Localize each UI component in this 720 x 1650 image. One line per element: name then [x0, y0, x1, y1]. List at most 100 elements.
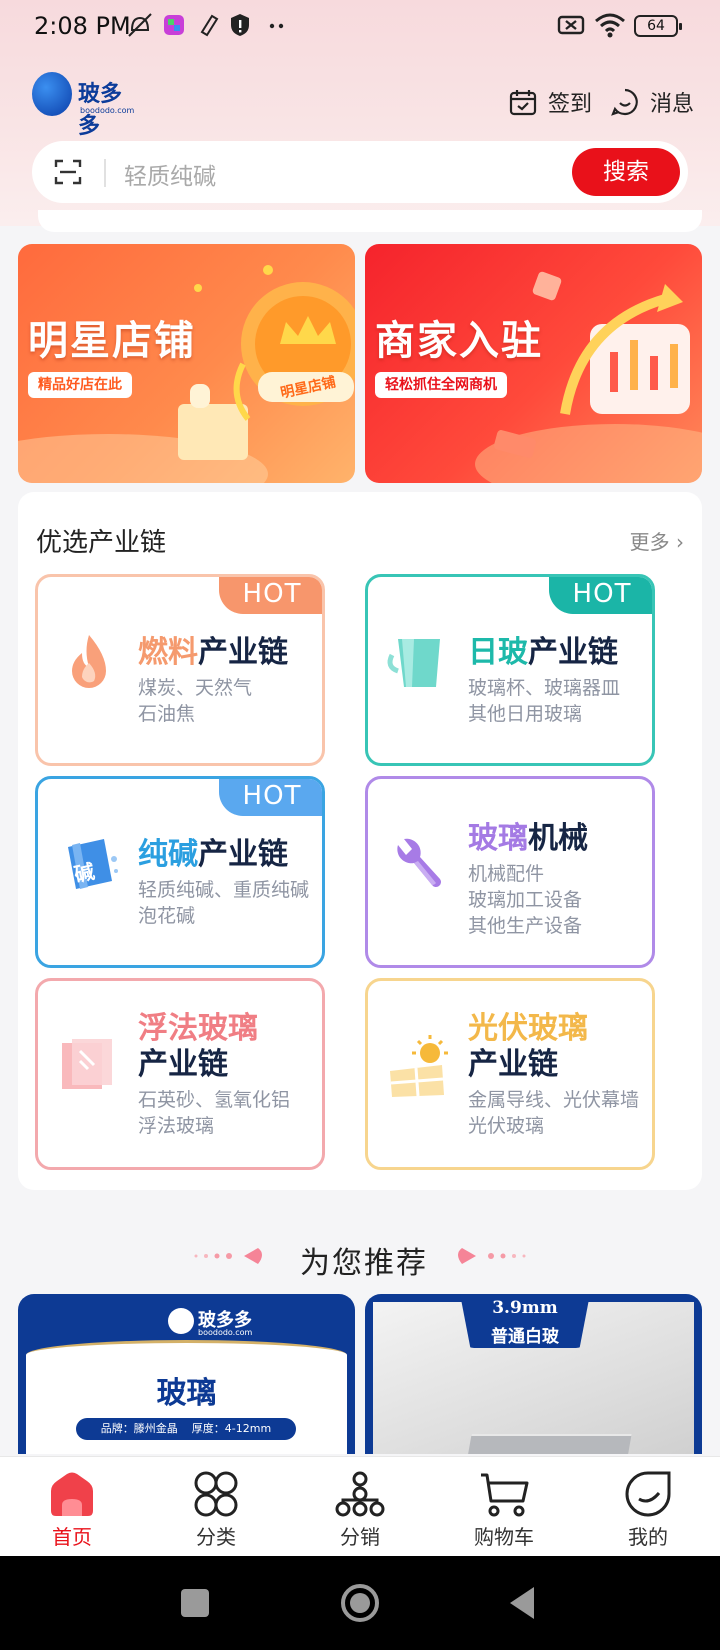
- industry-chain-card: 优选产业链 更多 › HOT 燃料产业链 煤炭、天然气 石油焦 HOT 日玻产业…: [18, 492, 702, 1190]
- product-badge-thickness: 3.9mm: [492, 1298, 558, 1318]
- tile-subtitle: 光伏玻璃: [468, 1115, 545, 1137]
- shield-icon: [231, 14, 249, 36]
- tab-profile[interactable]: 我的: [576, 1465, 720, 1555]
- no-sim-icon: [557, 15, 585, 35]
- product-brand-sub: boododo.com: [198, 1328, 253, 1337]
- flame-icon: [72, 635, 106, 688]
- edit-icon: [200, 14, 219, 37]
- tab-label: 分类: [196, 1525, 236, 1549]
- category-icon: [194, 1471, 238, 1517]
- distribution-icon: [335, 1471, 385, 1517]
- calendar-check-icon: [509, 90, 537, 116]
- app-header: 玻多多 boododo.com 签到 消息: [0, 64, 720, 140]
- tile-subtitle: 泡花碱: [138, 905, 196, 927]
- recent-apps-button[interactable]: [181, 1589, 209, 1617]
- message-smile-icon: [611, 88, 638, 116]
- tile-subtitle: 浮法玻璃: [138, 1115, 215, 1137]
- glass-sheet-image: [466, 1434, 632, 1454]
- tab-label: 首页: [52, 1525, 92, 1549]
- product-name: 玻璃: [156, 1376, 217, 1411]
- banner-tag: 轻松抓住全网商机: [375, 372, 507, 398]
- tile-subtitle: 其他日用玻璃: [468, 703, 583, 725]
- banner-star-shops[interactable]: 明星店铺 明星店铺 精品好店在此: [18, 244, 355, 483]
- tile-subtitle: 其他生产设备: [468, 915, 583, 937]
- industry-tile-daily-glass[interactable]: HOT 日玻产业链 玻璃杯、玻璃器皿 其他日用玻璃: [365, 574, 655, 766]
- app-logo[interactable]: 玻多多 boododo.com: [32, 72, 142, 139]
- product-card-glass[interactable]: 玻多多 boododo.com 玻璃 品牌：滕州金晶 厚度：4-12mm: [18, 1294, 355, 1454]
- more-label: 更多: [629, 530, 670, 554]
- tile-title-rest: 产业链: [528, 635, 618, 670]
- tile-subtitle: 石油焦: [138, 703, 196, 725]
- tile-title-rest: 产业链: [468, 1047, 558, 1082]
- tab-label: 分销: [340, 1525, 380, 1549]
- silent-icon: [128, 13, 152, 37]
- tile-title-rest: 产业链: [198, 635, 288, 670]
- brand-logo-icon: [168, 1308, 194, 1334]
- header-strip: [38, 210, 702, 232]
- tab-distribution[interactable]: 分销: [288, 1465, 432, 1555]
- app-notification-icon: [164, 15, 184, 35]
- banner-tag: 精品好店在此: [28, 372, 132, 398]
- tile-title-rest: 产业链: [138, 1047, 228, 1082]
- search-button[interactable]: 搜索: [572, 148, 680, 196]
- logo-globe-icon: [32, 72, 72, 116]
- banner-title: 明星店铺: [28, 318, 196, 364]
- industry-tile-pv-glass[interactable]: 光伏玻璃 产业链 金属导线、光伏幕墙 光伏玻璃: [365, 978, 655, 1170]
- glass-cup-icon: [387, 639, 440, 687]
- hot-badge: HOT: [219, 779, 322, 816]
- right-decoration-icon: [458, 1248, 526, 1264]
- tile-subtitle: 金属导线、光伏幕墙: [468, 1089, 640, 1111]
- hot-badge: HOT: [549, 577, 652, 614]
- tile-title-rest: 产业链: [198, 837, 288, 872]
- tile-highlight: 日玻: [468, 635, 528, 670]
- recommend-title: 为您推荐: [300, 1246, 428, 1281]
- left-decoration-icon: [194, 1248, 262, 1264]
- tab-cart[interactable]: 购物车: [432, 1465, 576, 1555]
- back-button[interactable]: [506, 1585, 536, 1621]
- search-bar: 轻质纯碱 搜索: [32, 141, 688, 203]
- tile-subtitle: 煤炭、天然气: [138, 677, 253, 699]
- tile-subtitle: 玻璃加工设备: [468, 889, 583, 911]
- status-bar: 2:08 PM 64: [0, 0, 720, 54]
- industry-tile-glass-machinery[interactable]: 玻璃机械 机械配件 玻璃加工设备 其他生产设备: [365, 776, 655, 968]
- tile-highlight: 纯碱: [138, 837, 198, 872]
- tab-home[interactable]: 首页: [0, 1465, 144, 1555]
- status-time: 2:08 PM: [34, 12, 131, 40]
- tile-title-rest: 机械: [528, 821, 588, 856]
- messages-label: 消息: [650, 92, 695, 117]
- checkin-label: 签到: [548, 92, 593, 117]
- industry-tile-soda-ash[interactable]: HOT 碱 纯碱产业链 轻质纯碱、重质纯碱 泡花碱: [35, 776, 325, 968]
- scan-icon[interactable]: [52, 156, 84, 188]
- battery-indicator: 64: [634, 15, 682, 37]
- section-title: 优选产业链: [36, 528, 167, 558]
- product-spec: 品牌：滕州金晶 厚度：4-12mm: [76, 1418, 296, 1440]
- bottom-tab-bar: 首页 分类 分销 购物车 我的: [0, 1456, 720, 1556]
- checkin-button[interactable]: 签到: [508, 82, 592, 122]
- recommend-header: 为您推荐: [0, 1230, 720, 1281]
- industry-tile-fuel[interactable]: HOT 燃料产业链 煤炭、天然气 石油焦: [35, 574, 325, 766]
- home-icon: [51, 1472, 93, 1516]
- more-link[interactable]: 更多 ›: [630, 526, 684, 555]
- glass-panel-icon: [62, 1039, 112, 1089]
- tile-highlight: 玻璃: [468, 821, 528, 856]
- system-navigation-bar: [0, 1556, 720, 1650]
- cart-icon: [481, 1473, 529, 1517]
- banner-merchant-join[interactable]: 商家入驻 轻松抓住全网商机: [365, 244, 702, 483]
- tile-highlight: 燃料: [138, 635, 198, 670]
- logo-subtext: boododo.com: [80, 106, 135, 115]
- hot-badge: HOT: [219, 577, 322, 614]
- tile-subtitle: 轻质纯碱、重质纯碱: [138, 879, 310, 901]
- industry-tile-float-glass[interactable]: 浮法玻璃 产业链 石英砂、氢氧化铝 浮法玻璃: [35, 978, 325, 1170]
- wifi-icon: [595, 13, 625, 38]
- search-divider: [104, 159, 106, 187]
- profile-icon: [625, 1471, 671, 1517]
- messages-button[interactable]: 消息: [610, 82, 694, 122]
- home-button[interactable]: [340, 1583, 380, 1623]
- search-input[interactable]: 轻质纯碱: [124, 157, 216, 191]
- tab-category[interactable]: 分类: [144, 1465, 288, 1555]
- product-card-white-glass[interactable]: 3.9mm 普通白玻: [365, 1294, 702, 1454]
- tile-subtitle: 玻璃杯、玻璃器皿: [468, 677, 621, 699]
- tile-subtitle: 机械配件: [468, 863, 545, 885]
- more-dots-icon: [269, 23, 284, 29]
- tab-label: 我的: [628, 1525, 668, 1549]
